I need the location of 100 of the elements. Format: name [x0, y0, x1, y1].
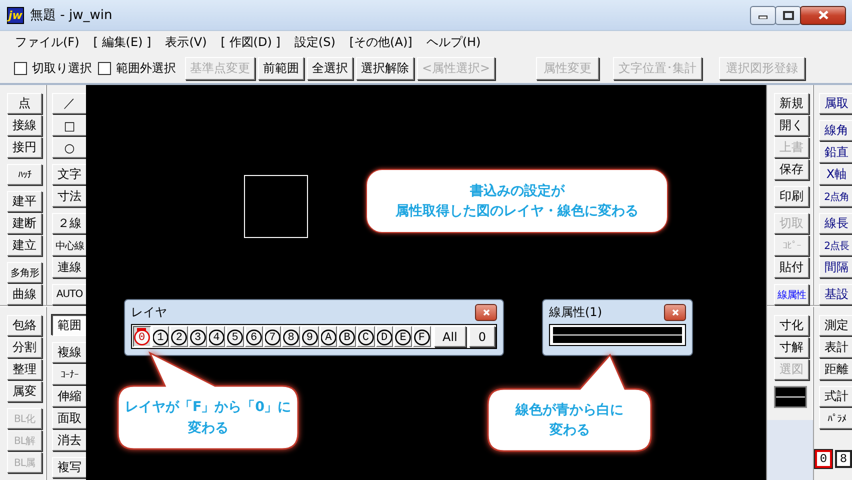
tool-button[interactable]: 印刷	[774, 186, 809, 207]
tool-button[interactable]: 消去	[52, 430, 87, 451]
window-title: 無題 - jw_win	[30, 7, 114, 24]
tool-button[interactable]: 文字	[52, 164, 87, 185]
close-button[interactable]	[475, 304, 497, 320]
tool-button[interactable]: 表計	[819, 337, 852, 358]
minimize-button[interactable]	[750, 6, 776, 24]
tool-button[interactable]: ／	[52, 93, 87, 114]
tool-button[interactable]: 建立	[7, 235, 42, 256]
checkbox-label: 範囲外選択	[116, 60, 176, 76]
menu-item[interactable]: ファイル(F)	[9, 34, 86, 50]
close-icon	[482, 308, 490, 316]
tool-button[interactable]: 保存	[774, 159, 809, 180]
callout-text: レイヤが「F」から「0」に 変わる	[124, 398, 292, 438]
layer-button[interactable]: C	[356, 326, 375, 347]
tool-button[interactable]: 伸縮	[52, 386, 87, 407]
layer-button[interactable]: 5	[226, 326, 244, 347]
layer-button[interactable]: 6	[244, 326, 263, 347]
layer-button[interactable]: 0	[133, 326, 151, 347]
layer-button[interactable]: E	[394, 326, 412, 347]
tool-button[interactable]: 分割	[7, 337, 42, 358]
tool-button[interactable]: 2点長	[819, 235, 852, 256]
tool-button[interactable]: X軸	[819, 164, 852, 185]
tool-button[interactable]: 整理	[7, 359, 42, 380]
menu-item[interactable]: 設定(S)	[288, 34, 342, 50]
tool-button[interactable]: 線属性	[774, 284, 809, 305]
tool-button[interactable]: ○	[52, 137, 87, 158]
layer-button[interactable]: 8	[282, 326, 300, 347]
layer-button[interactable]: 2	[170, 326, 188, 347]
layer-button[interactable]: B	[338, 326, 356, 347]
tool-button[interactable]: 線角	[819, 120, 852, 141]
maximize-button[interactable]	[775, 6, 801, 24]
tool-button[interactable]: 建平	[7, 191, 42, 212]
tool-button[interactable]: 連線	[52, 257, 87, 278]
tool-button[interactable]: 複写	[52, 457, 87, 478]
tool-button[interactable]: 複線	[52, 342, 87, 363]
layer-button[interactable]: D	[376, 326, 394, 347]
line-sample[interactable]	[549, 324, 686, 346]
layer-button[interactable]: 7	[264, 326, 282, 347]
menu-item[interactable]: 表示(V)	[159, 34, 213, 50]
toolbar-button[interactable]: 選択解除	[356, 56, 414, 80]
layer-mode-button[interactable]: 0	[469, 326, 496, 347]
dialog-title: レイヤ	[131, 304, 168, 320]
tool-button[interactable]: 面取	[52, 408, 87, 429]
tool-button[interactable]: 曲線	[7, 284, 42, 305]
tool-button[interactable]: 距離	[819, 359, 852, 380]
layer-button[interactable]: 4	[208, 326, 226, 347]
tool-button[interactable]: 多角形	[7, 262, 42, 283]
menu-item[interactable]: [ 作図(D) ]	[214, 34, 286, 50]
toolbar-button[interactable]: 前範囲	[258, 56, 304, 80]
tool-button[interactable]: 測定	[819, 315, 852, 336]
checkbox-label: 切取り選択	[32, 60, 92, 76]
layer-mode-button[interactable]: All	[434, 326, 466, 347]
tool-button[interactable]: 式計	[819, 386, 852, 407]
tool-button[interactable]: 寸解	[774, 337, 809, 358]
checkbox[interactable]	[98, 62, 111, 74]
tool-button[interactable]: AUTO	[52, 284, 87, 305]
line-color-swatch[interactable]	[774, 386, 807, 408]
layer-button[interactable]: 3	[188, 326, 207, 347]
tool-button[interactable]: 寸法	[52, 186, 87, 207]
tool-button[interactable]: 建断	[7, 213, 42, 234]
tool-button[interactable]: ２線	[52, 213, 87, 234]
tool-button[interactable]: ﾊﾟﾗﾒ	[819, 408, 852, 429]
dialog-title: 線属性(1)	[549, 304, 603, 320]
tool-button[interactable]: 寸化	[774, 315, 809, 336]
toolbar-button[interactable]: 全選択	[307, 56, 353, 80]
menu-item[interactable]: [その他(A)]	[343, 34, 418, 50]
tool-button[interactable]: 中心線	[52, 235, 87, 256]
layer-button[interactable]: 1	[152, 326, 170, 347]
tool-button[interactable]: 範囲	[52, 315, 87, 336]
tool-button[interactable]: 貼付	[774, 257, 809, 278]
menu-item[interactable]: ヘルプ(H)	[420, 34, 487, 50]
tool-button[interactable]: 基設	[819, 284, 852, 305]
tool-button[interactable]: 新規	[774, 93, 809, 114]
tool-button[interactable]: 包絡	[7, 315, 42, 336]
tool-button[interactable]: 線長	[819, 213, 852, 234]
tool-button[interactable]: 点	[7, 93, 42, 114]
tool-button[interactable]: □	[52, 115, 87, 136]
tool-button[interactable]: 接線	[7, 115, 42, 136]
close-button[interactable]	[800, 6, 846, 24]
tool-button[interactable]: 接円	[7, 137, 42, 158]
drawn-square	[244, 175, 308, 238]
menu-item[interactable]: [ 編集(E) ]	[87, 34, 158, 50]
tool-button[interactable]: 属取	[819, 93, 852, 114]
tool-button[interactable]: 鉛直	[819, 142, 852, 163]
tool-button[interactable]: ｺｰﾅｰ	[52, 364, 87, 385]
checkbox[interactable]	[14, 62, 27, 74]
tool-button[interactable]: 2点角	[819, 186, 852, 207]
tool-button[interactable]: 間隔	[819, 257, 852, 278]
tool-button[interactable]: 属変	[7, 381, 42, 402]
callout-text: 書込みの設定が 属性取得した図のレイヤ・線色に変わる	[396, 182, 638, 221]
layer-button[interactable]: F	[412, 326, 430, 347]
layer-button[interactable]: A	[320, 326, 338, 347]
callout-text: 線色が青から白に 変わる	[516, 400, 624, 440]
close-icon	[672, 308, 678, 316]
close-button[interactable]	[664, 304, 686, 320]
close-icon	[818, 10, 828, 20]
tool-button[interactable]: ﾊｯﾁ	[7, 164, 42, 185]
tool-button[interactable]: 開く	[774, 115, 809, 136]
layer-button[interactable]: 9	[300, 326, 319, 347]
